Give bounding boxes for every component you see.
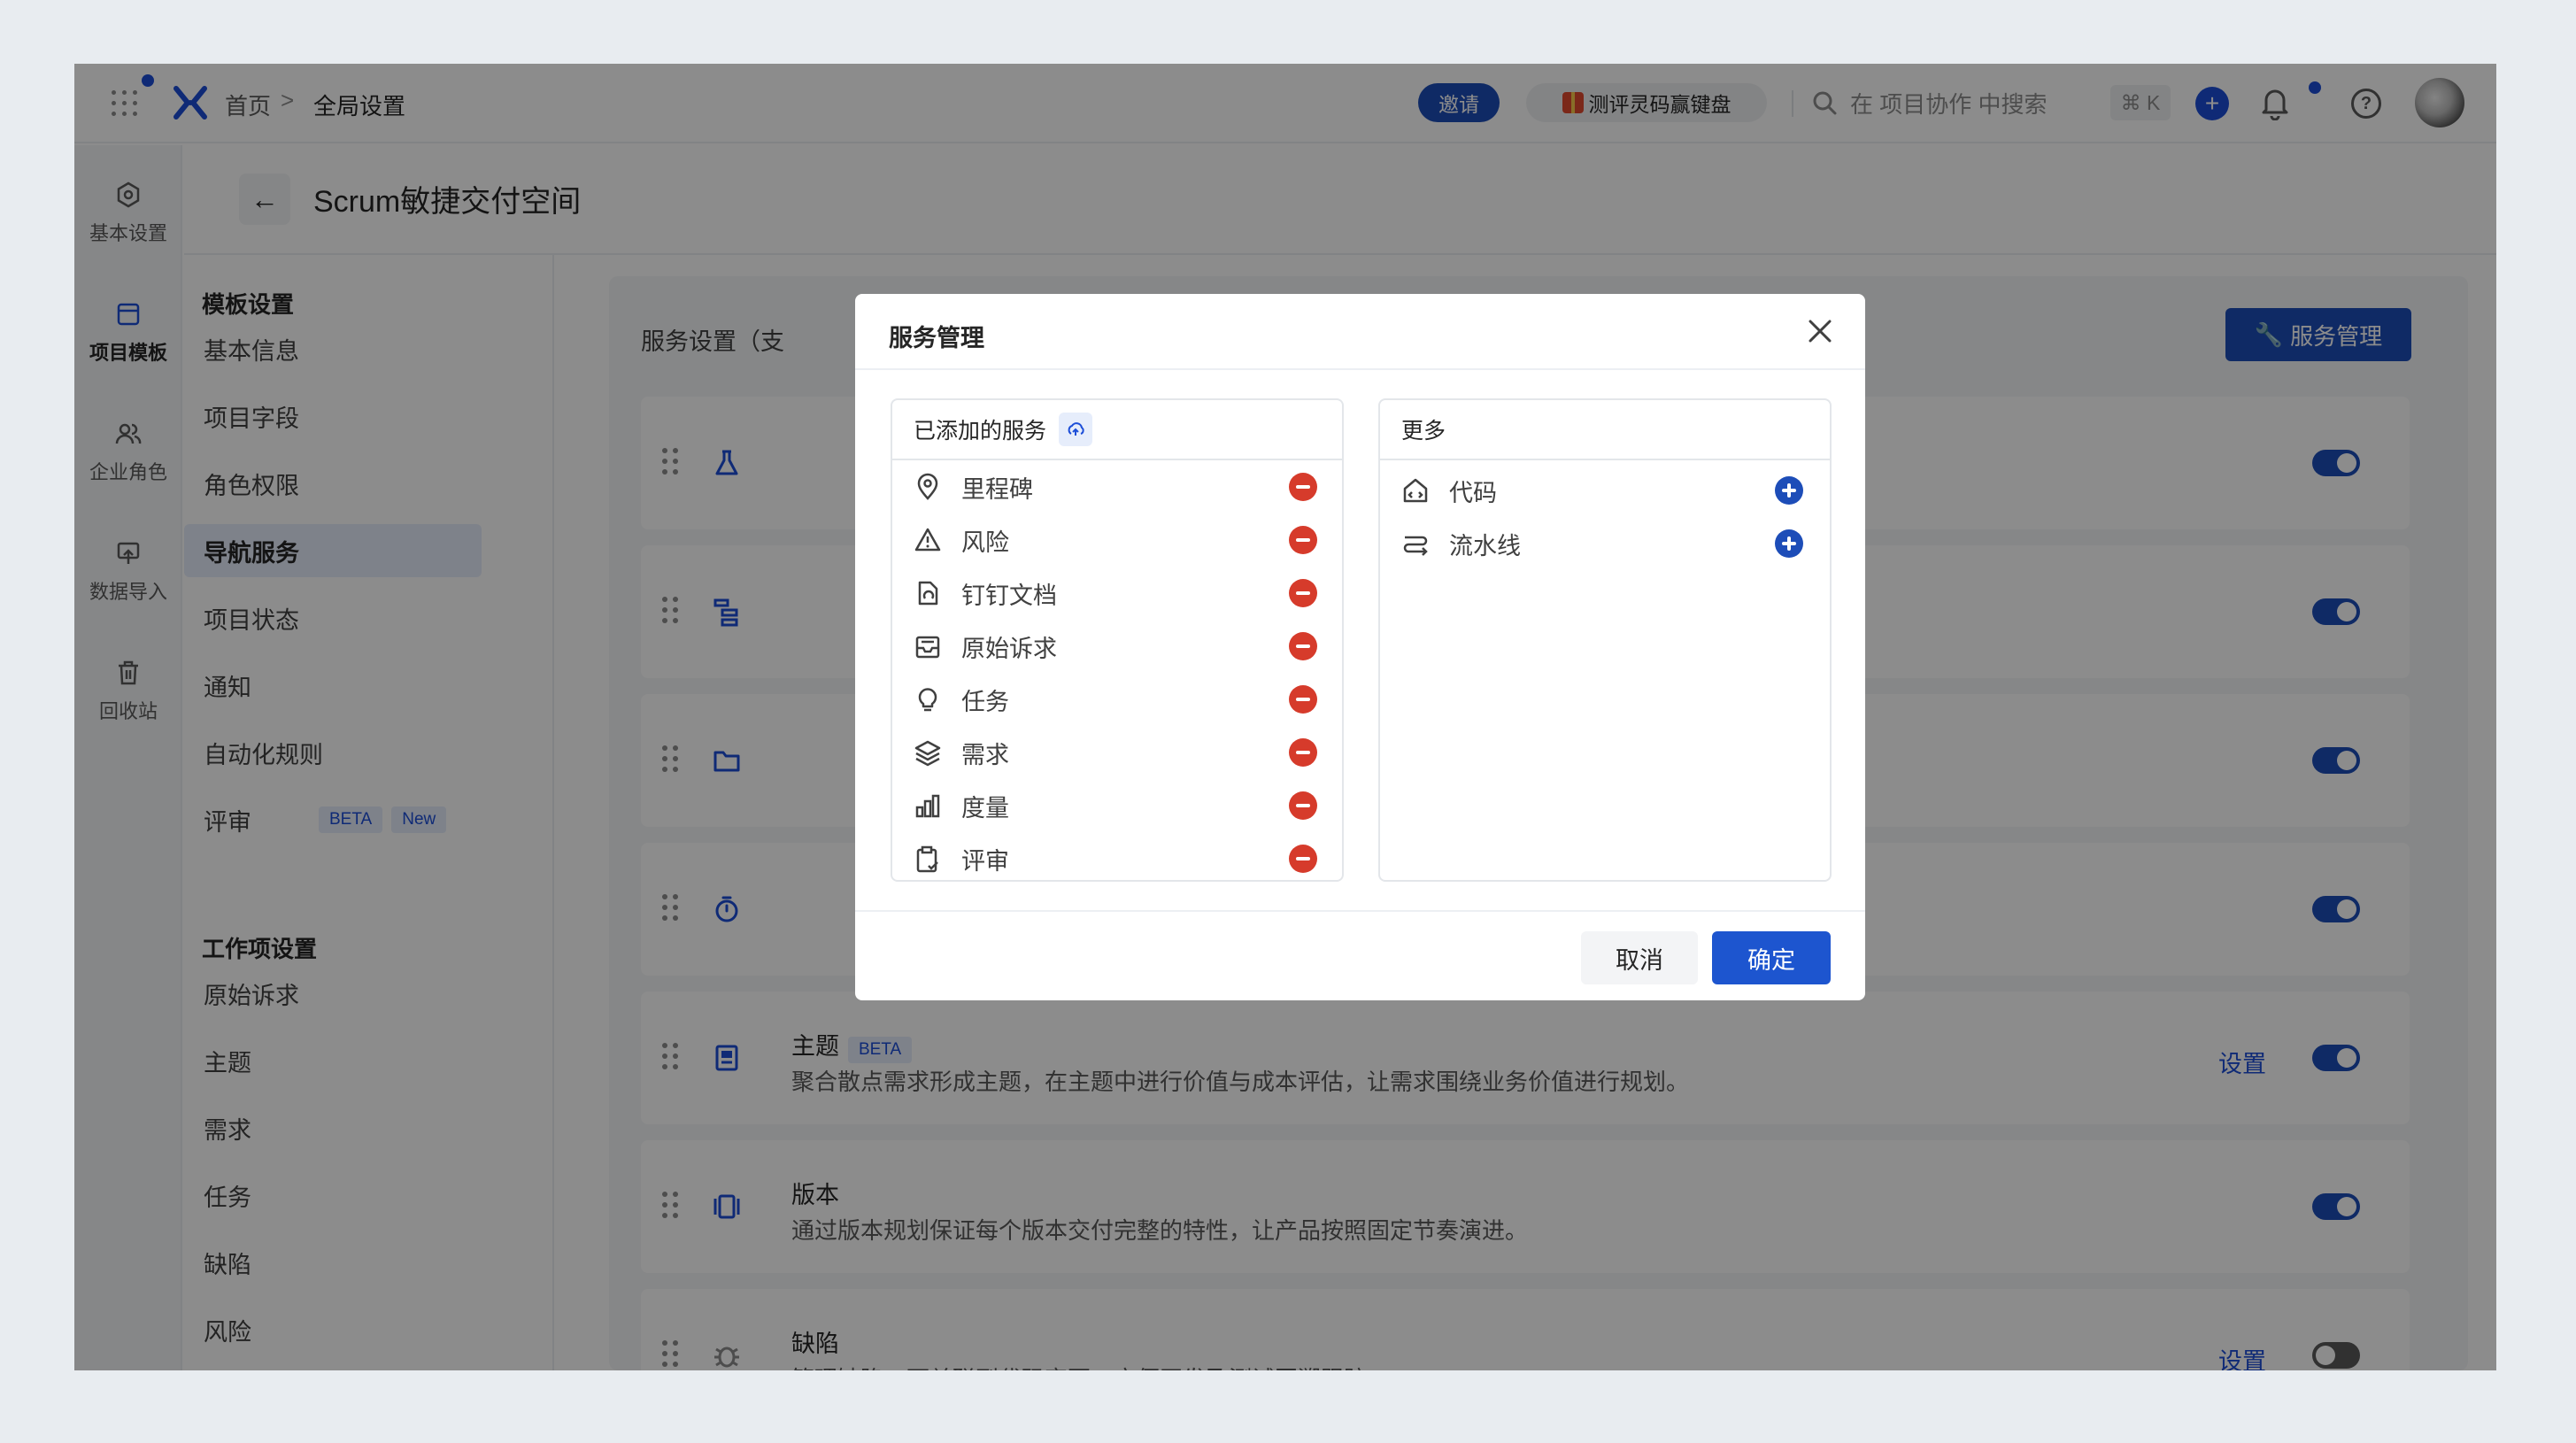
service-row: 钉钉文档 [892, 567, 1342, 620]
code-icon [1403, 478, 1428, 503]
service-row: 需求 [892, 726, 1342, 779]
layers-icon [914, 740, 941, 767]
add-button[interactable] [1775, 476, 1803, 505]
service-row: 流水线 [1380, 517, 1830, 570]
pipeline-icon [1403, 536, 1428, 556]
service-label: 风险 [961, 529, 1009, 556]
dialog-divider [855, 910, 1865, 912]
remove-button[interactable] [1289, 845, 1317, 873]
remove-button[interactable] [1289, 526, 1317, 554]
service-label: 流水线 [1449, 532, 1521, 559]
location-pin-icon [917, 473, 938, 500]
document-icon [918, 581, 938, 606]
service-label: 任务 [961, 688, 1009, 715]
close-icon[interactable] [1802, 313, 1838, 349]
remove-button[interactable] [1289, 738, 1317, 767]
dialog-title: 服务管理 [889, 325, 984, 351]
service-row: 里程碑 [892, 460, 1342, 513]
add-button[interactable] [1775, 529, 1803, 558]
more-services-panel: 更多 代码 流水线 [1378, 398, 1832, 882]
service-row: 任务 [892, 673, 1342, 726]
panel-header: 更多 [1380, 400, 1830, 460]
service-label: 需求 [961, 741, 1009, 768]
remove-button[interactable] [1289, 632, 1317, 660]
inbox-icon [915, 636, 940, 659]
service-label: 度量 [961, 794, 1009, 822]
panel-title: 已添加的服务 [914, 419, 1047, 444]
remove-button[interactable] [1289, 579, 1317, 607]
service-row: 评审 [892, 832, 1342, 880]
service-management-dialog: 服务管理 已添加的服务 里程碑 风险 钉钉文档 原始诉求 任务 需求 度量 评审… [855, 294, 1865, 1000]
service-row: 度量 [892, 779, 1342, 832]
lightbulb-icon [918, 688, 937, 712]
app-window: 首页 > 全局设置 邀请 测评灵码赢键盘 在 项目协作 中搜索 ⌘ K + ? [74, 64, 2496, 1370]
clipboard-check-icon [916, 845, 938, 873]
service-label: 评审 [961, 847, 1009, 875]
bar-chart-icon [915, 794, 940, 818]
service-label: 代码 [1449, 479, 1497, 506]
service-label: 钉钉文档 [961, 582, 1057, 609]
remove-button[interactable] [1289, 473, 1317, 501]
warning-triangle-icon [914, 528, 941, 552]
cloud-upload-icon[interactable] [1059, 413, 1093, 446]
dialog-header: 服务管理 [855, 294, 1865, 370]
service-row: 原始诉求 [892, 620, 1342, 673]
panel-title: 更多 [1401, 419, 1446, 444]
service-label: 里程碑 [961, 475, 1033, 503]
service-row: 风险 [892, 513, 1342, 567]
added-services-panel: 已添加的服务 里程碑 风险 钉钉文档 原始诉求 任务 需求 度量 评审 [891, 398, 1344, 882]
remove-button[interactable] [1289, 791, 1317, 820]
confirm-button[interactable]: 确定 [1712, 931, 1831, 984]
service-row: 代码 [1380, 464, 1830, 517]
service-label: 原始诉求 [961, 635, 1057, 662]
cancel-button[interactable]: 取消 [1581, 931, 1698, 984]
panel-header: 已添加的服务 [892, 400, 1342, 460]
remove-button[interactable] [1289, 685, 1317, 714]
